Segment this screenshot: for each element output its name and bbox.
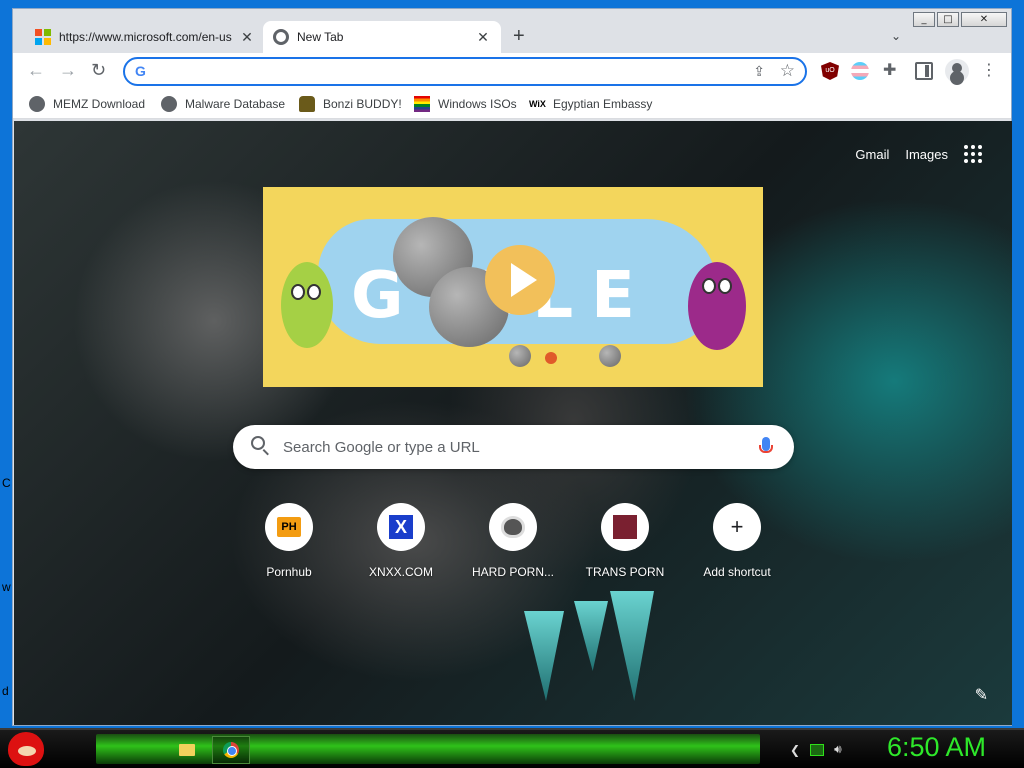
ublock-origin-icon[interactable]: uO bbox=[821, 62, 839, 80]
new-tab-button[interactable]: + bbox=[513, 26, 525, 46]
bookmark-malware-database[interactable]: Malware Database bbox=[161, 96, 285, 112]
petanque-ball bbox=[599, 345, 621, 367]
shortcut-label: Add shortcut bbox=[703, 565, 771, 579]
raccoon-icon bbox=[501, 516, 525, 538]
taskbar: ❮ 🔊︎ 6:50 AM bbox=[0, 728, 1024, 768]
share-icon[interactable]: ⇪ bbox=[753, 63, 765, 80]
chrome-taskbar-icon[interactable] bbox=[212, 736, 250, 764]
background-fang bbox=[574, 601, 608, 671]
microphone-icon[interactable] bbox=[759, 437, 773, 453]
olive-character bbox=[281, 262, 333, 348]
trans-site-icon bbox=[613, 515, 637, 539]
address-bar[interactable]: G ⇪ ☆ bbox=[123, 57, 807, 86]
tab-search-icon[interactable]: ⌄ bbox=[891, 29, 901, 43]
customize-pencil-icon[interactable]: ✎ bbox=[975, 685, 988, 705]
rainbow-flag-icon bbox=[414, 96, 430, 112]
google-g-icon: G bbox=[135, 63, 146, 79]
shortcut-tile[interactable]: HARD PORN... bbox=[457, 503, 569, 579]
back-arrow-icon[interactable]: ← bbox=[27, 61, 45, 79]
kebab-menu-icon[interactable]: ⋮ bbox=[981, 62, 999, 80]
address-input[interactable] bbox=[159, 62, 739, 82]
bookmark-label: Egyptian Embassy bbox=[553, 97, 653, 111]
globe-icon bbox=[29, 96, 45, 112]
search-icon bbox=[251, 436, 265, 450]
shortcut-label: XNXX.COM bbox=[368, 565, 433, 579]
volume-icon[interactable]: 🔊︎ bbox=[834, 742, 842, 757]
desktop-icon-label: C bbox=[2, 476, 11, 490]
globe-icon bbox=[161, 96, 177, 112]
trans-flag-extension-icon[interactable] bbox=[851, 62, 869, 80]
bookmark-memz[interactable]: MEMZ Download bbox=[29, 96, 145, 112]
bookmark-bonzi[interactable]: Bonzi BUDDY! bbox=[299, 96, 402, 112]
close-tab-icon[interactable]: ✕ bbox=[475, 29, 491, 46]
shortcut-tile[interactable]: TRANS PORN bbox=[569, 503, 681, 579]
forward-arrow-icon[interactable]: → bbox=[59, 61, 77, 79]
petanque-ball bbox=[509, 345, 531, 367]
close-tab-icon[interactable]: ✕ bbox=[239, 29, 255, 46]
bookmark-label: Windows ISOs bbox=[438, 97, 517, 111]
bookmark-windows-isos[interactable]: Windows ISOs bbox=[414, 96, 517, 112]
file-explorer-icon[interactable] bbox=[168, 736, 206, 764]
petanque-jack bbox=[545, 352, 557, 364]
add-shortcut-tile[interactable]: + Add shortcut bbox=[681, 503, 793, 579]
desktop-icon-label: d bbox=[2, 684, 9, 698]
doodle-play-icon[interactable] bbox=[485, 245, 555, 315]
start-button-angry-bird-icon[interactable] bbox=[8, 732, 44, 766]
extensions-puzzle-icon[interactable]: ✚ bbox=[883, 62, 901, 80]
browser-window: _ □ ✕ https://www.microsoft.com/en-us ✕ … bbox=[12, 8, 1012, 726]
system-tray: ❮ 🔊︎ bbox=[790, 742, 842, 757]
bonzi-icon bbox=[299, 96, 315, 112]
taskbar-clock[interactable]: 6:50 AM bbox=[887, 732, 986, 763]
images-link[interactable]: Images bbox=[905, 147, 948, 162]
side-panel-icon[interactable] bbox=[915, 62, 933, 80]
toolbar: ← → ↻ G ⇪ ☆ uO ✚ ⋮ bbox=[13, 53, 1011, 89]
apps-grid-icon[interactable] bbox=[964, 145, 982, 163]
plus-icon: + bbox=[730, 514, 744, 539]
background-fang bbox=[524, 611, 564, 701]
background-fang bbox=[610, 591, 654, 701]
tab-new-tab[interactable]: New Tab ✕ bbox=[263, 21, 501, 53]
shortcut-label: TRANS PORN bbox=[585, 565, 665, 579]
wix-icon: WiX bbox=[529, 99, 546, 109]
gmail-link[interactable]: Gmail bbox=[855, 147, 889, 162]
shortcut-tile[interactable]: PH Pornhub bbox=[233, 503, 345, 579]
bookmark-egyptian-embassy[interactable]: WiX Egyptian Embassy bbox=[529, 96, 652, 112]
battery-icon[interactable] bbox=[810, 743, 825, 756]
bookmark-label: MEMZ Download bbox=[53, 97, 146, 111]
shortcuts-row: PH Pornhub X XNXX.COM HARD PORN... TRANS… bbox=[233, 503, 794, 593]
bookmark-star-icon[interactable]: ☆ bbox=[780, 61, 795, 81]
top-links: Gmail Images bbox=[855, 145, 982, 163]
reload-icon[interactable]: ↻ bbox=[91, 61, 106, 79]
pornhub-icon: PH bbox=[277, 517, 301, 537]
new-tab-page: Gmail Images G GLE Search Google or type… bbox=[14, 121, 1012, 725]
tab-title: https://www.microsoft.com/en-us bbox=[59, 30, 232, 44]
tab-title: New Tab bbox=[297, 30, 344, 44]
shortcut-label: Pornhub bbox=[266, 565, 312, 579]
bookmark-label: Malware Database bbox=[185, 97, 286, 111]
plum-character bbox=[688, 262, 746, 350]
profile-avatar-icon[interactable] bbox=[945, 59, 969, 83]
tab-strip: https://www.microsoft.com/en-us ✕ New Ta… bbox=[13, 19, 1011, 53]
microsoft-logo-icon bbox=[35, 29, 51, 45]
desktop-icon-label: w bbox=[2, 580, 11, 594]
google-doodle[interactable]: G GLE bbox=[263, 187, 763, 387]
shortcut-tile[interactable]: X XNXX.COM bbox=[345, 503, 457, 579]
tab-microsoft[interactable]: https://www.microsoft.com/en-us ✕ bbox=[25, 21, 265, 53]
show-hidden-icons-icon[interactable]: ❮ bbox=[790, 743, 800, 757]
bookmarks-bar: MEMZ Download Malware Database Bonzi BUD… bbox=[13, 89, 1011, 119]
google-search-box[interactable] bbox=[233, 425, 794, 469]
xnxx-icon: X bbox=[389, 515, 413, 539]
bookmark-label: Bonzi BUDDY! bbox=[323, 97, 402, 111]
chrome-icon bbox=[273, 29, 289, 45]
shortcut-label: HARD PORN... bbox=[471, 565, 554, 579]
search-input[interactable] bbox=[283, 437, 743, 457]
